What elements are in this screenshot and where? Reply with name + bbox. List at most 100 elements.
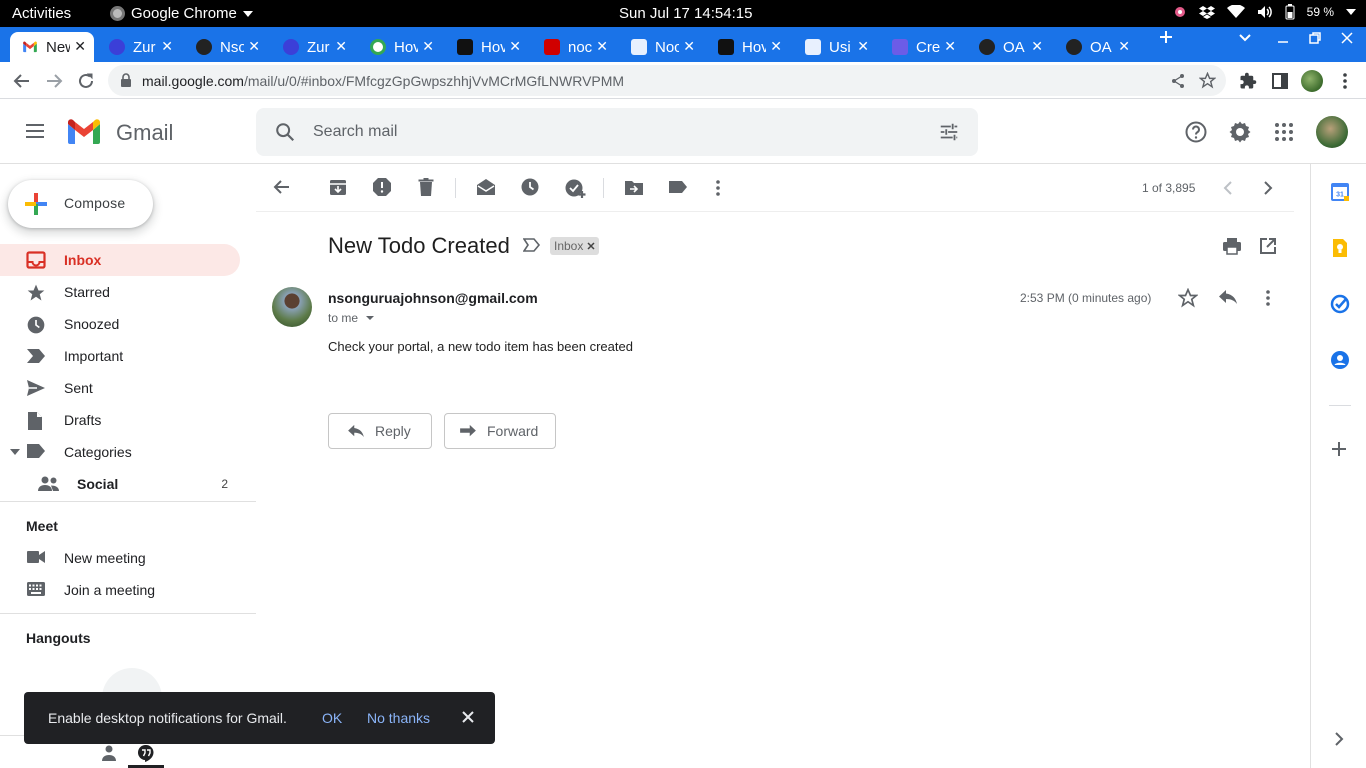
open-new-window-button[interactable] xyxy=(1259,237,1277,255)
snackbar-no-thanks-button[interactable]: No thanks xyxy=(367,710,430,726)
close-tab-icon[interactable]: ✕ xyxy=(770,38,782,55)
report-spam-button[interactable] xyxy=(372,177,392,197)
older-button[interactable] xyxy=(1262,181,1274,195)
browser-tab[interactable]: Zur ✕ xyxy=(97,32,181,62)
forward-button[interactable] xyxy=(43,70,65,92)
chrome-menu-button[interactable] xyxy=(1334,70,1356,92)
labels-button[interactable] xyxy=(668,177,688,197)
sidebar-item-important[interactable]: Important xyxy=(0,340,240,372)
new-tab-button[interactable] xyxy=(1158,29,1174,45)
browser-tab[interactable]: Zur ✕ xyxy=(271,32,355,62)
close-tab-icon[interactable]: ✕ xyxy=(596,38,608,55)
star-message-button[interactable] xyxy=(1178,288,1198,308)
show-side-panel-button[interactable] xyxy=(1334,732,1344,746)
search-icon[interactable] xyxy=(274,121,296,143)
browser-tab[interactable]: Hov ✕ xyxy=(445,32,529,62)
browser-tab[interactable]: Noc ✕ xyxy=(619,32,703,62)
tasks-app-button[interactable] xyxy=(1330,294,1350,314)
reload-button[interactable] xyxy=(75,70,97,92)
more-actions-button[interactable] xyxy=(716,180,720,196)
profile-button[interactable] xyxy=(1301,70,1323,92)
close-tab-icon[interactable]: ✕ xyxy=(248,38,260,55)
browser-tab[interactable]: OA ✕ xyxy=(967,32,1051,62)
inbox-label-chip[interactable]: Inbox xyxy=(550,237,600,255)
extensions-button[interactable] xyxy=(1237,70,1259,92)
archive-button[interactable] xyxy=(328,177,348,197)
browser-tab[interactable]: Nso ✕ xyxy=(184,32,268,62)
system-clock[interactable]: Sun Jul 17 14:54:15 xyxy=(619,5,752,22)
recipient-details-toggle[interactable]: to me xyxy=(328,311,375,325)
settings-button[interactable] xyxy=(1228,120,1252,144)
google-apps-button[interactable] xyxy=(1272,120,1296,144)
close-tab-icon[interactable]: ✕ xyxy=(683,38,695,55)
app-menu[interactable]: Google Chrome xyxy=(110,5,253,22)
keep-app-button[interactable] xyxy=(1330,238,1350,258)
close-tab-icon[interactable]: ✕ xyxy=(944,38,956,55)
search-bar[interactable]: Search mail xyxy=(256,108,978,156)
contacts-app-button[interactable] xyxy=(1330,350,1350,370)
share-button[interactable] xyxy=(1170,73,1186,89)
gmail-logo[interactable] xyxy=(66,118,102,146)
sidebar-item-sent[interactable]: Sent xyxy=(0,372,240,404)
message-more-button[interactable] xyxy=(1266,290,1270,306)
browser-tab[interactable]: Hov ✕ xyxy=(358,32,442,62)
back-button[interactable] xyxy=(11,70,33,92)
close-window-button[interactable] xyxy=(1340,31,1354,45)
sender-avatar[interactable] xyxy=(272,287,312,327)
hangouts-contacts-button[interactable] xyxy=(100,744,118,762)
newer-button[interactable] xyxy=(1222,181,1234,195)
sender-email[interactable]: nsonguruajohnson@gmail.com xyxy=(328,290,538,306)
sidebar-item-join-meeting[interactable]: Join a meeting xyxy=(0,574,240,606)
reply-button[interactable]: Reply xyxy=(328,413,432,449)
minimize-button[interactable] xyxy=(1276,31,1290,45)
close-tab-icon[interactable]: ✕ xyxy=(857,38,869,55)
back-to-inbox-button[interactable] xyxy=(272,177,292,197)
browser-tab[interactable]: Usi ✕ xyxy=(793,32,877,62)
delete-button[interactable] xyxy=(416,177,436,197)
main-menu-button[interactable] xyxy=(24,122,46,140)
sidebar-item-drafts[interactable]: Drafts xyxy=(0,404,240,436)
bookmark-button[interactable] xyxy=(1199,72,1216,89)
sidebar-item-new-meeting[interactable]: New meeting xyxy=(0,542,240,574)
side-panel-button[interactable] xyxy=(1269,70,1291,92)
snackbar-close-button[interactable] xyxy=(461,710,475,724)
forward-button[interactable]: Forward xyxy=(444,413,556,449)
activities-button[interactable]: Activities xyxy=(12,5,71,22)
tune-icon[interactable] xyxy=(938,121,960,143)
sidebar-item-snoozed[interactable]: Snoozed xyxy=(0,308,240,340)
print-all-button[interactable] xyxy=(1222,237,1242,255)
support-button[interactable] xyxy=(1184,120,1208,144)
add-to-tasks-button[interactable] xyxy=(564,177,586,199)
close-tab-icon[interactable]: ✕ xyxy=(509,38,521,55)
tab-search-button[interactable] xyxy=(1238,31,1252,45)
compose-button[interactable]: Compose xyxy=(8,180,153,228)
sidebar-item-categories[interactable]: Categories xyxy=(0,436,240,468)
get-addons-button[interactable] xyxy=(1330,440,1348,458)
browser-tab[interactable]: OA ✕ xyxy=(1054,32,1138,62)
close-icon[interactable] xyxy=(587,242,595,250)
system-tray[interactable]: 59 % xyxy=(1173,4,1356,20)
browser-tab[interactable]: Hov ✕ xyxy=(706,32,790,62)
sidebar-item-social[interactable]: Social 2 xyxy=(0,468,240,500)
close-tab-icon[interactable]: ✕ xyxy=(1118,38,1130,55)
close-tab-icon[interactable]: ✕ xyxy=(422,38,434,55)
snooze-button[interactable] xyxy=(520,177,540,197)
account-avatar[interactable] xyxy=(1316,116,1348,148)
maximize-button[interactable] xyxy=(1308,31,1322,45)
close-tab-icon[interactable]: ✕ xyxy=(1031,38,1043,55)
reply-icon-button[interactable] xyxy=(1218,289,1238,305)
sidebar-item-inbox[interactable]: Inbox xyxy=(0,244,240,276)
browser-tab[interactable]: noc ✕ xyxy=(532,32,616,62)
close-tab-icon[interactable]: ✕ xyxy=(161,38,173,55)
snackbar-ok-button[interactable]: OK xyxy=(322,710,342,726)
close-tab-icon[interactable]: ✕ xyxy=(74,38,86,55)
move-to-button[interactable] xyxy=(624,177,644,197)
mark-unread-button[interactable] xyxy=(476,177,496,197)
browser-tab[interactable]: Cre ✕ xyxy=(880,32,964,62)
search-input[interactable]: Search mail xyxy=(313,123,397,141)
browser-tab[interactable]: New✕ xyxy=(10,32,94,62)
address-bar[interactable]: mail.google.com/mail/u/0/#inbox/FMfcgzGp… xyxy=(108,65,1226,96)
importance-marker[interactable] xyxy=(523,238,541,252)
close-tab-icon[interactable]: ✕ xyxy=(335,38,347,55)
sidebar-item-starred[interactable]: Starred xyxy=(0,276,240,308)
